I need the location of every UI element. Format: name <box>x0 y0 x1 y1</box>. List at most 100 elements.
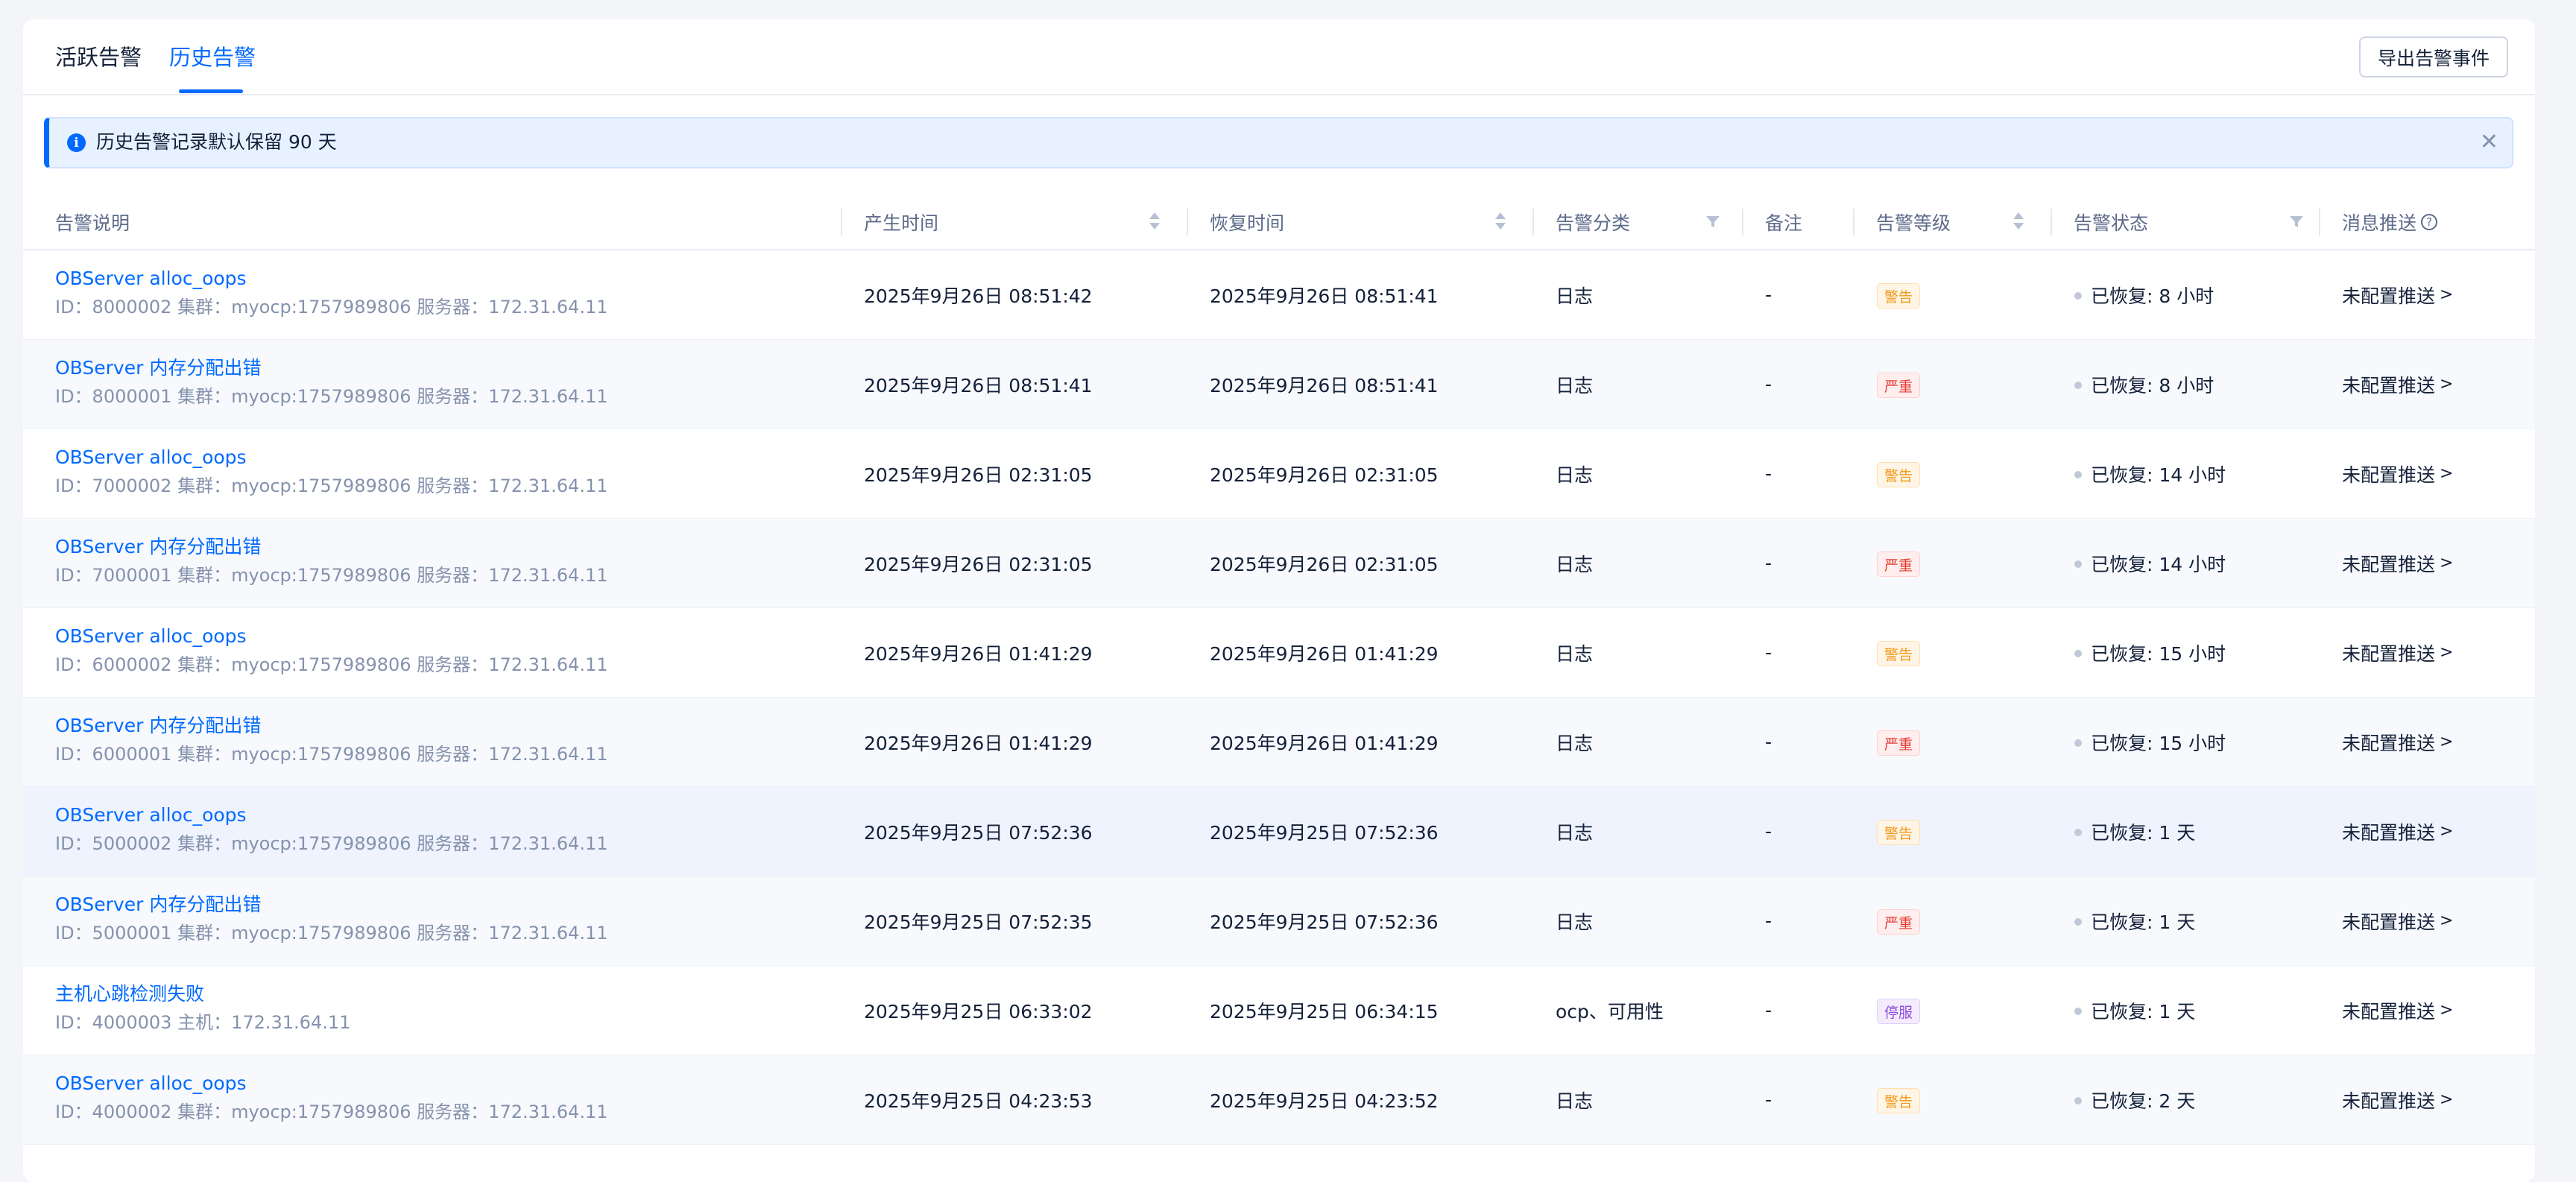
table-row: OBServer 内存分配出错 ID：5000001 集群：myocp:17579… <box>23 876 2535 966</box>
push-config-link[interactable]: 未配置推送 > <box>2342 340 2453 429</box>
created-time: 2025年9月26日 02:31:05 <box>864 464 1093 486</box>
filter-icon[interactable] <box>1705 215 1720 229</box>
push-config-link[interactable]: 未配置推送 > <box>2342 608 2453 697</box>
alert-meta: ID：6000002 集群：myocp:1757989806 服务器：172.3… <box>55 654 608 675</box>
column-header-push: 消息推送? <box>2320 195 2535 249</box>
alert-meta: ID：4000003 主机：172.31.64.11 <box>55 1012 351 1033</box>
alert-category: 日志 <box>1556 821 1594 844</box>
column-label-created: 产生时间 <box>864 212 939 234</box>
push-config-link[interactable]: 未配置推送 > <box>2342 429 2453 518</box>
alert-meta: ID：7000001 集群：myocp:1757989806 服务器：172.3… <box>55 565 608 586</box>
push-config-link[interactable]: 未配置推送 > <box>2342 250 2453 339</box>
chevron-right-icon: > <box>2440 911 2454 930</box>
status-dot <box>2074 650 2082 657</box>
alert-remark: - <box>1765 373 1772 395</box>
column-label-recovered: 恢复时间 <box>1210 212 1285 234</box>
push-config-link[interactable]: 未配置推送 > <box>2342 698 2453 786</box>
help-icon[interactable]: ? <box>2421 214 2438 230</box>
table-row: OBServer 内存分配出错 ID：8000001 集群：myocp:17579… <box>23 340 2535 429</box>
level-badge: 严重 <box>1877 552 1921 577</box>
tab-active-alerts[interactable]: 活跃告警 <box>55 42 142 72</box>
chevron-right-icon: > <box>2440 822 2454 841</box>
push-config-label: 未配置推送 <box>2342 464 2436 486</box>
status-dot <box>2074 382 2082 389</box>
status-dot <box>2074 1008 2082 1015</box>
alert-meta: ID：4000002 集群：myocp:1757989806 服务器：172.3… <box>55 1102 608 1122</box>
table-row: OBServer alloc_oops ID：6000002 集群：myocp:1… <box>23 608 2535 698</box>
push-config-label: 未配置推送 <box>2342 1090 2436 1112</box>
status-dot <box>2074 1097 2082 1104</box>
table-row: OBServer 内存分配出错 ID：7000001 集群：myocp:17579… <box>23 519 2535 608</box>
level-badge: 警告 <box>1877 1088 1921 1113</box>
alert-status: 已恢复: 2 天 <box>2091 1090 2196 1112</box>
created-time: 2025年9月25日 04:23:53 <box>864 1090 1093 1112</box>
alert-title-link[interactable]: OBServer 内存分配出错 <box>55 534 261 560</box>
push-config-link[interactable]: 未配置推送 > <box>2342 876 2453 965</box>
alert-category: 日志 <box>1556 285 1594 307</box>
tab-bar: 活跃告警 历史告警 导出告警事件 <box>23 19 2535 95</box>
status-dot <box>2074 739 2082 747</box>
recovered-time: 2025年9月26日 08:51:41 <box>1210 285 1439 307</box>
alert-status: 已恢复: 8 小时 <box>2091 285 2214 307</box>
alert-title-link[interactable]: OBServer alloc_oops <box>55 265 247 292</box>
alert-remark: - <box>1765 1089 1772 1110</box>
column-label-category: 告警分类 <box>1556 212 1631 234</box>
active-tab-indicator <box>179 89 243 93</box>
sort-icon[interactable] <box>2013 195 2025 249</box>
column-header-created[interactable]: 产生时间 <box>842 195 1187 249</box>
recovered-time: 2025年9月26日 02:31:05 <box>1210 553 1439 575</box>
push-config-label: 未配置推送 <box>2342 821 2436 844</box>
push-config-label: 未配置推送 <box>2342 553 2436 575</box>
alert-title-link[interactable]: OBServer 内存分配出错 <box>55 712 261 739</box>
sort-icon[interactable] <box>1149 195 1161 249</box>
alert-title-link[interactable]: OBServer alloc_oops <box>55 444 247 471</box>
alert-remark: - <box>1765 821 1772 842</box>
filter-icon[interactable] <box>2289 215 2304 229</box>
alert-meta: ID：7000002 集群：myocp:1757989806 服务器：172.3… <box>55 475 608 496</box>
alert-category: ocp、可用性 <box>1556 1000 1664 1023</box>
column-label-status: 告警状态 <box>2074 212 2149 234</box>
tab-history-alerts[interactable]: 历史告警 <box>169 42 256 72</box>
alert-card: 活跃告警 历史告警 导出告警事件 i 历史告警记录默认保留 90 天 ✕ 告警说… <box>23 19 2535 1182</box>
alert-category: 日志 <box>1556 374 1594 396</box>
status-dot <box>2074 918 2082 926</box>
created-time: 2025年9月26日 01:41:29 <box>864 732 1093 754</box>
alert-status: 已恢复: 15 小时 <box>2091 642 2226 665</box>
created-time: 2025年9月25日 06:33:02 <box>864 1000 1093 1023</box>
recovered-time: 2025年9月26日 01:41:29 <box>1210 732 1439 754</box>
push-config-label: 未配置推送 <box>2342 732 2436 754</box>
table-header: 告警说明 产生时间 恢复时间 告警分类 备注 告警等级 告警状态 消息推送? <box>23 195 2535 250</box>
push-config-link[interactable]: 未配置推送 > <box>2342 787 2453 876</box>
push-config-label: 未配置推送 <box>2342 285 2436 307</box>
alert-table-body: OBServer alloc_oops ID：8000002 集群：myocp:1… <box>23 250 2535 1145</box>
alert-title-link[interactable]: OBServer 内存分配出错 <box>55 891 261 918</box>
column-label-remark: 备注 <box>1765 212 1803 234</box>
recovered-time: 2025年9月25日 07:52:36 <box>1210 911 1439 933</box>
table-row: OBServer alloc_oops ID：5000002 集群：myocp:1… <box>23 787 2535 876</box>
export-alert-events-button[interactable]: 导出告警事件 <box>2359 37 2508 78</box>
alert-title-link[interactable]: OBServer alloc_oops <box>55 623 247 650</box>
sort-icon[interactable] <box>1495 195 1507 249</box>
chevron-right-icon: > <box>2440 733 2454 751</box>
level-badge: 警告 <box>1877 820 1921 845</box>
push-config-link[interactable]: 未配置推送 > <box>2342 1055 2453 1144</box>
column-header-status: 告警状态 <box>2052 195 2320 249</box>
created-time: 2025年9月26日 02:31:05 <box>864 553 1093 575</box>
alert-title-link[interactable]: OBServer alloc_oops <box>55 1070 247 1097</box>
level-badge: 严重 <box>1877 909 1921 935</box>
alert-remark: - <box>1765 731 1772 753</box>
push-config-link[interactable]: 未配置推送 > <box>2342 519 2453 607</box>
alert-category: 日志 <box>1556 1090 1594 1112</box>
chevron-right-icon: > <box>2440 643 2454 662</box>
level-badge: 警告 <box>1877 462 1921 487</box>
alert-title-link[interactable]: OBServer 内存分配出错 <box>55 355 261 382</box>
table-row: 主机心跳检测失败 ID：4000003 主机：172.31.64.11 2025年9… <box>23 966 2535 1055</box>
alert-title-link[interactable]: 主机心跳检测失败 <box>55 981 204 1008</box>
status-dot <box>2074 292 2082 300</box>
alert-remark: - <box>1765 642 1772 663</box>
alert-title-link[interactable]: OBServer alloc_oops <box>55 802 247 829</box>
column-label-level: 告警等级 <box>1876 212 1951 234</box>
close-icon[interactable]: ✕ <box>2480 129 2498 156</box>
push-config-link[interactable]: 未配置推送 > <box>2342 966 2453 1055</box>
column-header-recovered[interactable]: 恢复时间 <box>1188 195 1532 249</box>
